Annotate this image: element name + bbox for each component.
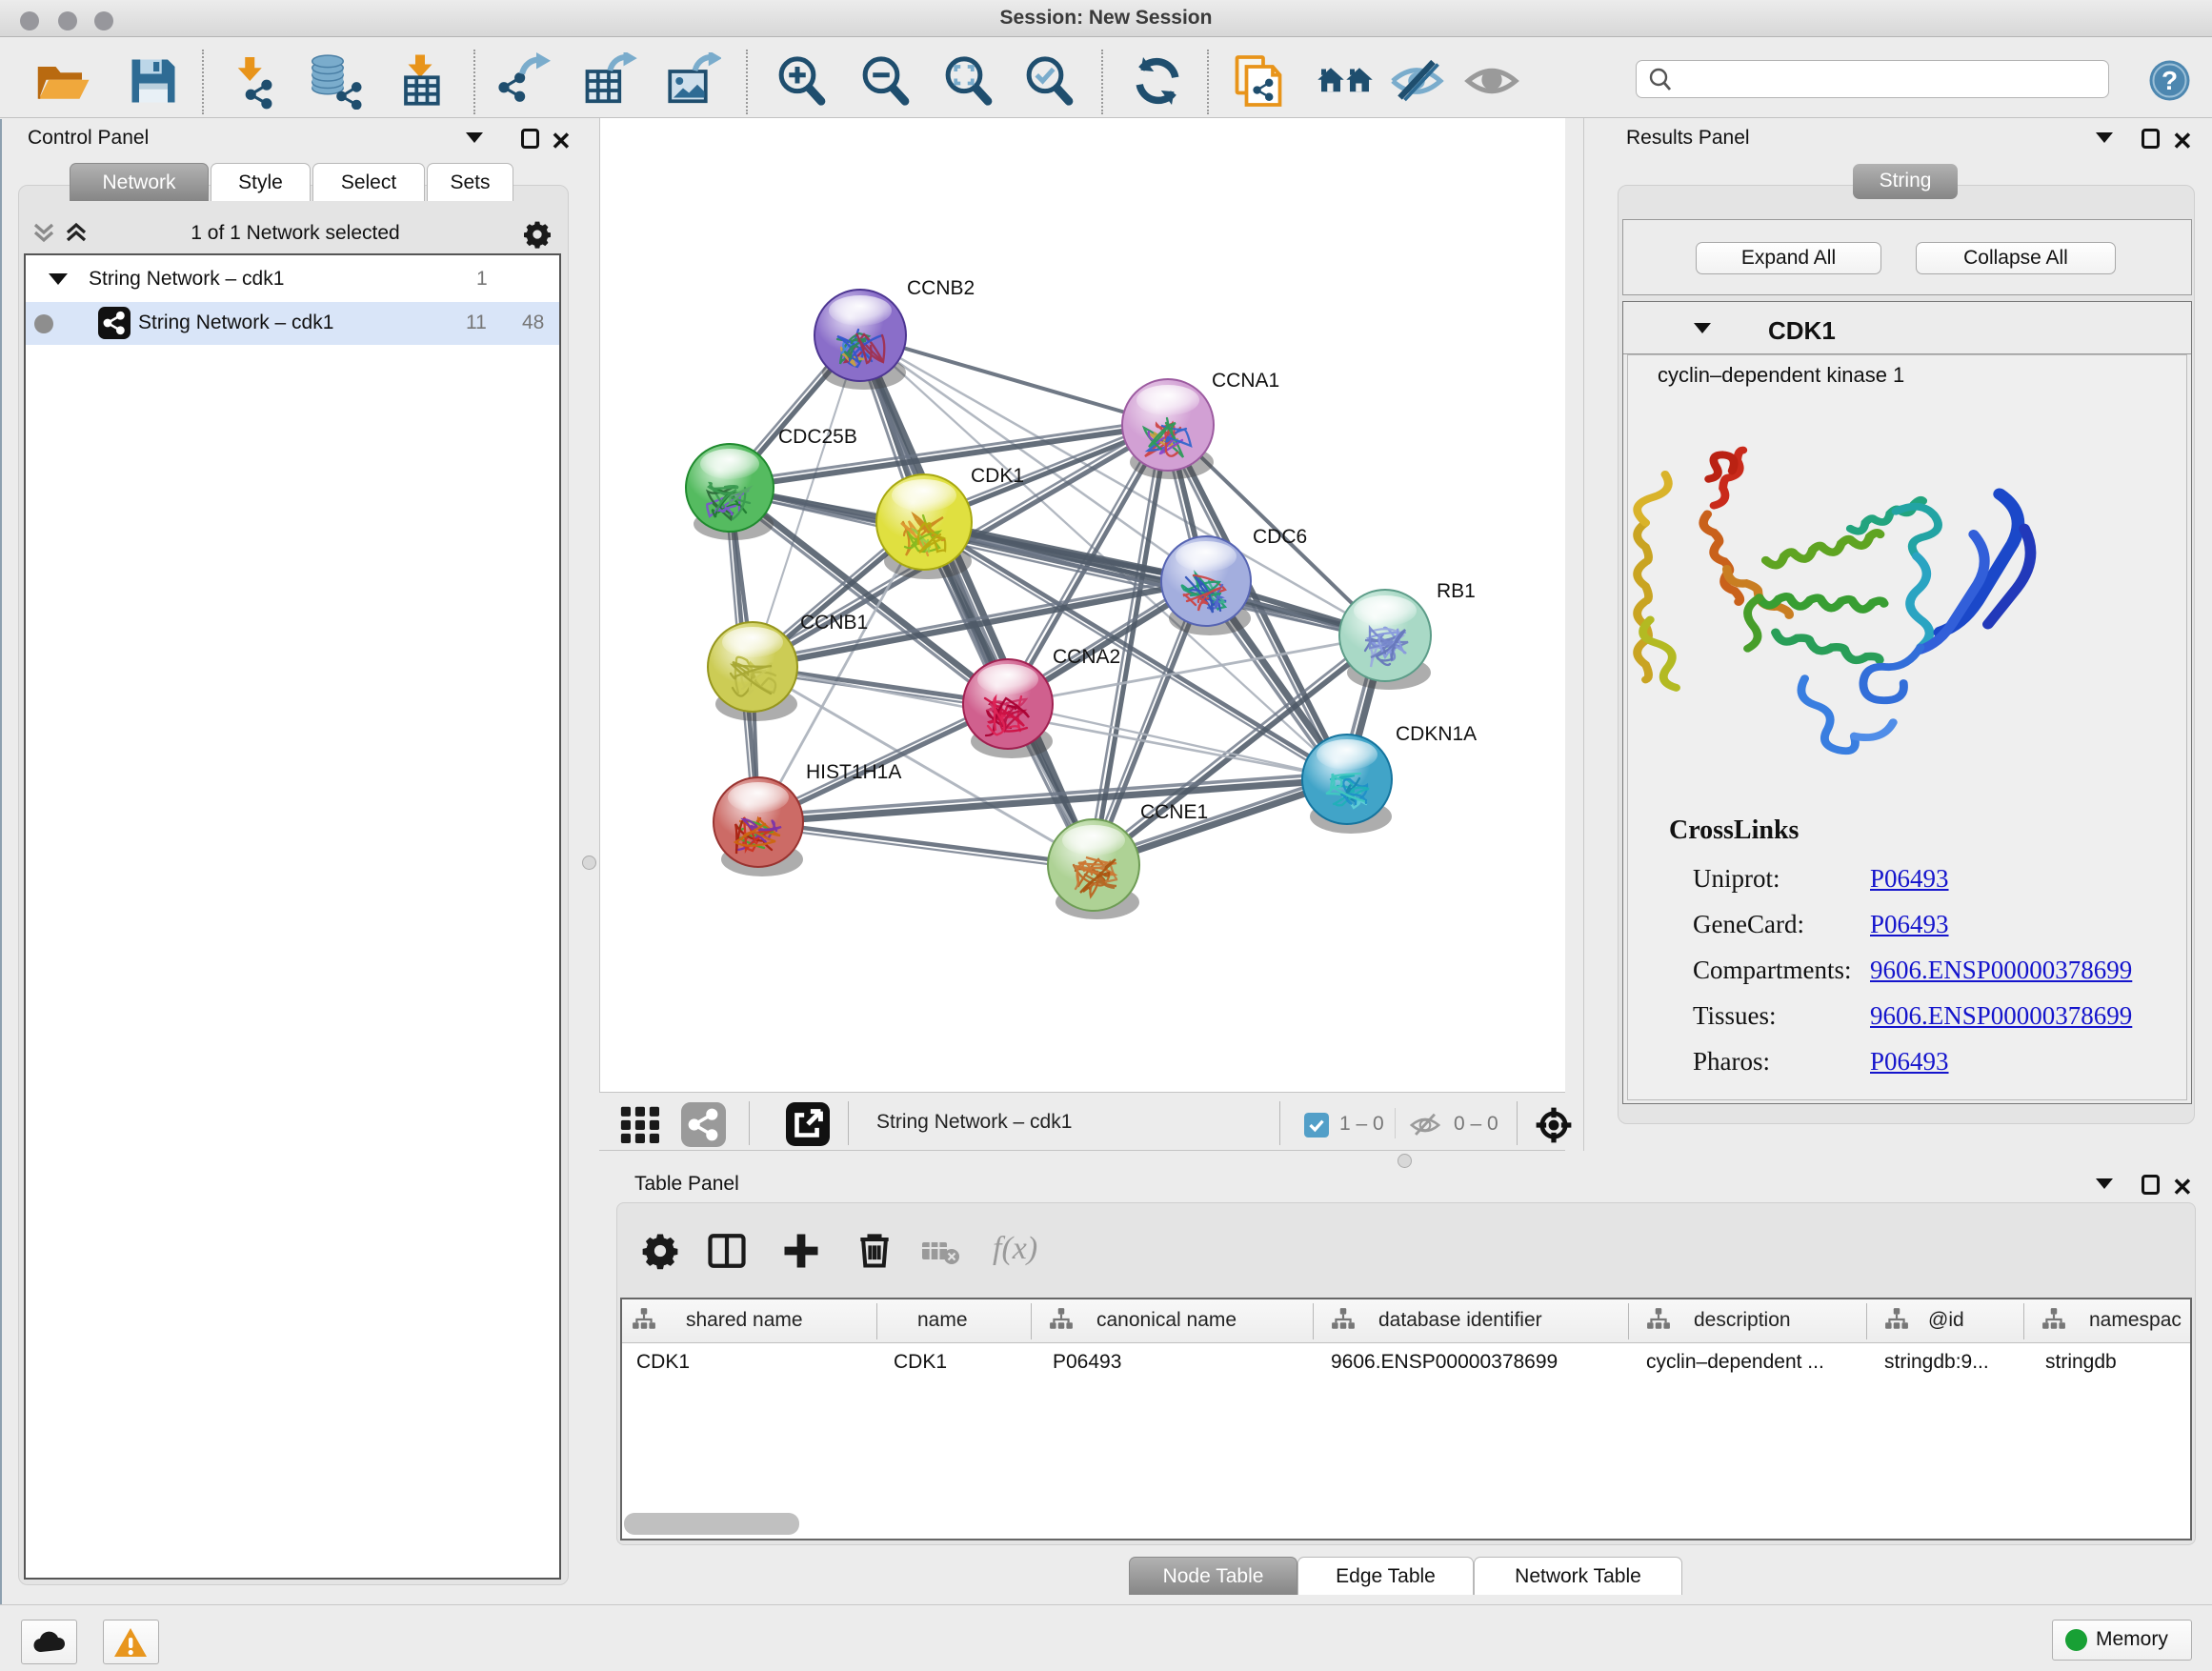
svg-text:CDKN1A: CDKN1A bbox=[1396, 723, 1477, 745]
svg-text:CDC25B: CDC25B bbox=[778, 426, 857, 448]
svg-text:CDC6: CDC6 bbox=[1253, 526, 1307, 548]
svg-text:CCNB1: CCNB1 bbox=[800, 612, 868, 634]
svg-text:CDK1: CDK1 bbox=[971, 465, 1024, 487]
svg-text:CCNE1: CCNE1 bbox=[1140, 801, 1208, 823]
svg-text:CCNB2: CCNB2 bbox=[907, 277, 975, 299]
svg-text:HIST1H1A: HIST1H1A bbox=[806, 761, 901, 783]
svg-text:CCNA2: CCNA2 bbox=[1053, 646, 1120, 668]
svg-text:RB1: RB1 bbox=[1437, 580, 1476, 602]
svg-text:?: ? bbox=[2162, 66, 2178, 95]
svg-text:CCNA1: CCNA1 bbox=[1212, 370, 1279, 392]
